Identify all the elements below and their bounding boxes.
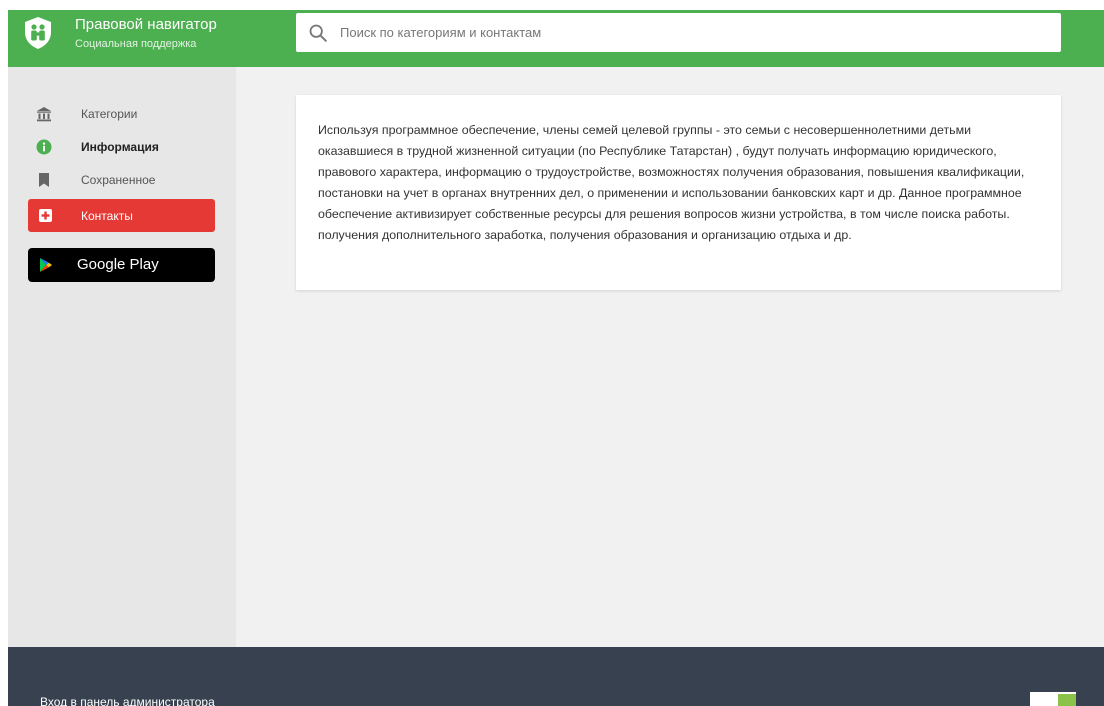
search-icon — [309, 24, 327, 42]
admin-login-link[interactable]: Вход в панель администратора — [40, 695, 215, 706]
brand-title[interactable]: Правовой навигатор — [75, 16, 217, 33]
sidebar-item-label: Информация — [81, 140, 159, 154]
footer: Вход в панель администратора — [8, 647, 1104, 706]
partner-logo-icon — [1058, 694, 1076, 706]
information-card: Используя программное обеспечение, члены… — [296, 95, 1061, 290]
google-play-button[interactable]: Google Play — [28, 248, 215, 282]
sidebar-item-categories[interactable]: Категории — [8, 100, 236, 128]
app-header: Правовой навигатор Социальная поддержка — [8, 10, 1104, 67]
search-box[interactable] — [296, 13, 1061, 52]
bank-icon — [37, 107, 51, 122]
app-frame: Правовой навигатор Социальная поддержка … — [8, 10, 1104, 706]
google-play-icon — [40, 258, 52, 272]
search-input[interactable] — [340, 13, 1040, 52]
partner-badge[interactable] — [1030, 692, 1076, 706]
bookmark-icon — [39, 173, 49, 187]
plus-icon — [39, 209, 52, 222]
contacts-button[interactable]: Контакты — [28, 199, 215, 232]
information-text: Используя программное обеспечение, члены… — [318, 123, 1025, 242]
contacts-label: Контакты — [81, 209, 133, 223]
family-shield-icon[interactable] — [24, 17, 52, 49]
sidebar-item-saved[interactable]: Сохраненное — [8, 166, 236, 194]
sidebar: Категории Информация Сохраненное Контакт… — [8, 67, 236, 647]
sidebar-item-label: Категории — [81, 107, 138, 121]
sidebar-item-information[interactable]: Информация — [8, 133, 236, 161]
brand-subtitle: Социальная поддержка — [75, 38, 197, 50]
google-play-label: Google Play — [77, 256, 159, 273]
sidebar-item-label: Сохраненное — [81, 173, 156, 187]
info-icon — [36, 139, 52, 155]
